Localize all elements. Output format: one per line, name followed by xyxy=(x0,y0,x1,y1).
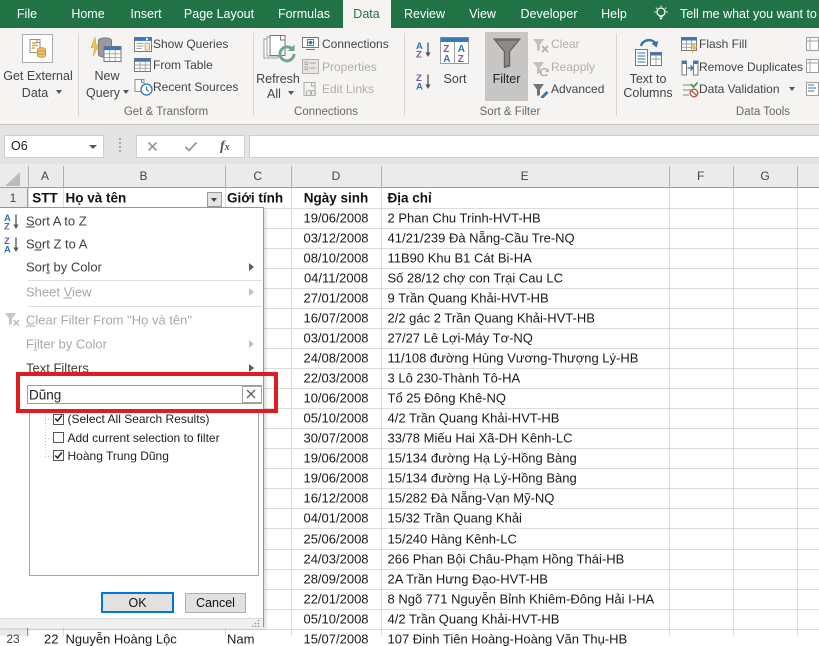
svg-text:Z: Z xyxy=(458,54,464,64)
svg-text:A: A xyxy=(416,82,423,91)
svg-text:Z: Z xyxy=(4,221,10,230)
svg-text:Z: Z xyxy=(416,50,422,59)
svg-text:A: A xyxy=(443,54,450,64)
svg-text:A: A xyxy=(4,244,11,253)
